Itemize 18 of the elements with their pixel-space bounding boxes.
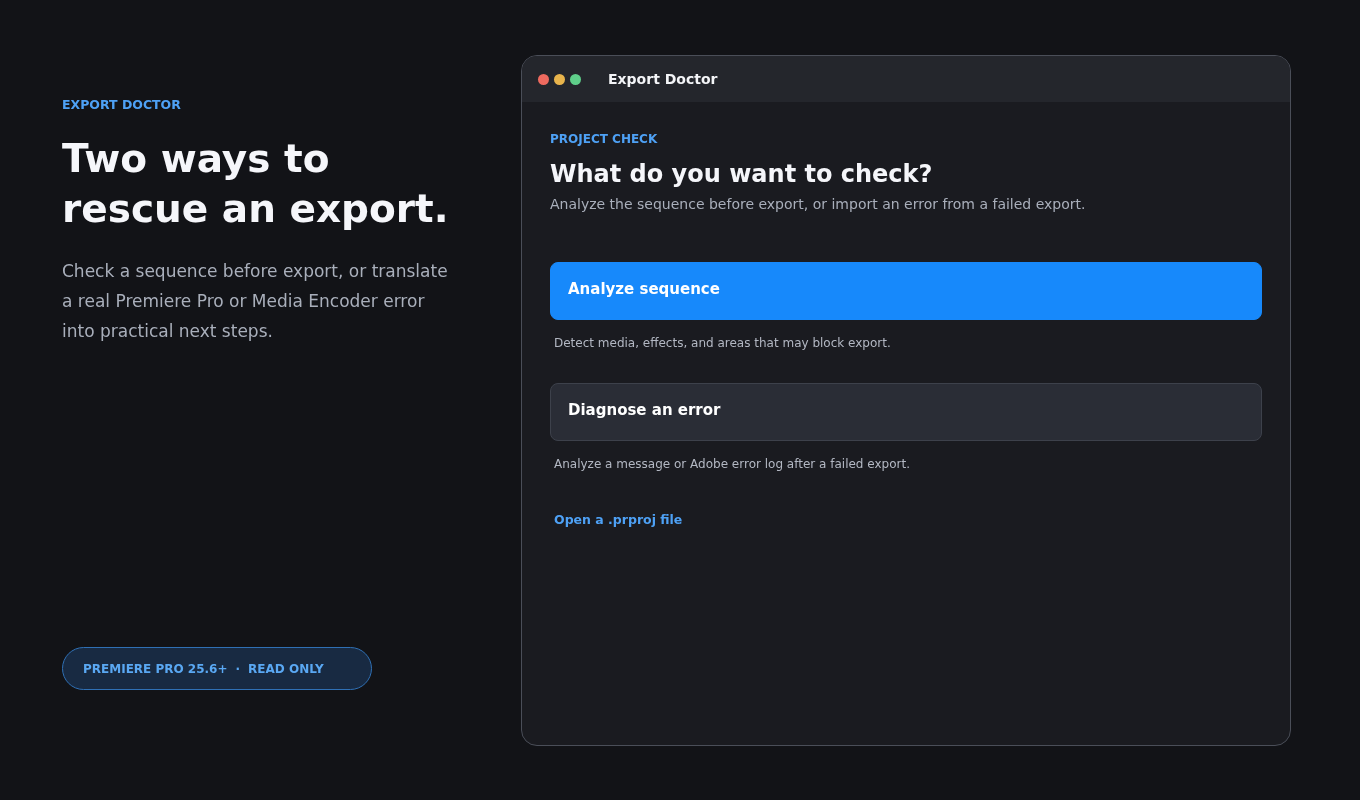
window-control-dot[interactable]: [538, 73, 549, 85]
section-eyebrow: PROJECT CHECK: [550, 132, 659, 146]
open-file-link[interactable]: Open a .prproj file: [554, 512, 683, 527]
window-control-dot[interactable]: [554, 73, 565, 85]
panel-subtitle: Analyze the sequence before export, or import an error from a failed export.: [550, 196, 1087, 212]
page-heading: Two ways to rescue an export.: [62, 135, 450, 233]
version-text: PREMIERE PRO 25.6+: [83, 661, 228, 676]
option-button[interactable]: Analyze sequence: [550, 262, 1262, 320]
option-hint: Analyze a message or Adobe error log after a failed export.: [554, 457, 911, 471]
window-control-dot[interactable]: [570, 73, 581, 85]
option-hint: Detect media, effects, and areas that may block export.: [554, 336, 892, 350]
option-button[interactable]: Diagnose an error: [550, 383, 1262, 441]
mode-text: READ ONLY: [248, 661, 324, 676]
intro-description: Check a sequence before export, or translate a real Premiere Pro or Media Encoder error into practical next steps.: [62, 260, 449, 343]
separator-dot: ·: [235, 661, 241, 676]
panel-heading: What do you want to check?: [550, 160, 934, 188]
window-title: Export Doctor: [608, 71, 718, 87]
eyebrow-label: EXPORT DOCTOR: [62, 97, 182, 112]
